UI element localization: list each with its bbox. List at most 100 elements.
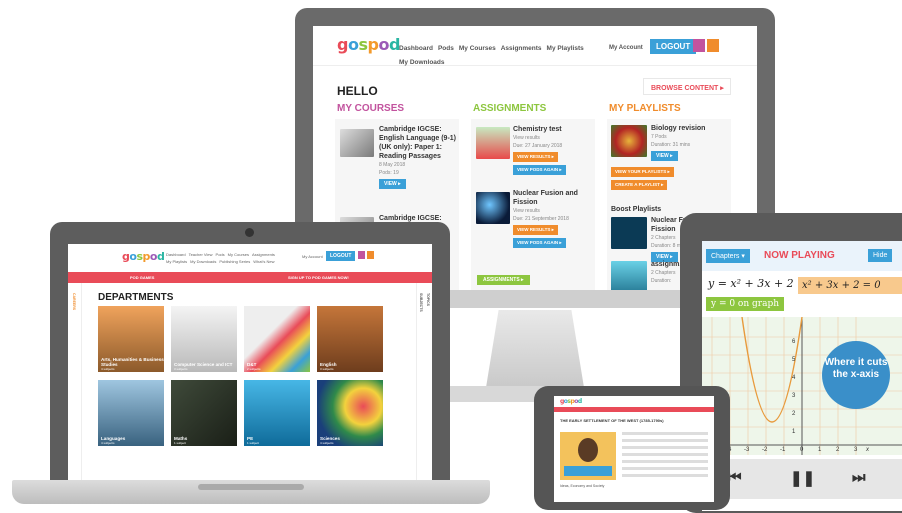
gospod-logo[interactable]: gospod	[337, 35, 400, 54]
signup-link[interactable]: SIGN UP TO POD GAMES NOW!	[288, 275, 349, 280]
playlist-duration: Duration: 31 mins	[651, 142, 691, 148]
assignments-panel: Chemistry test View results Due: 27 Janu…	[471, 119, 595, 290]
department-tile[interactable]: Arts, Humanities & Business Studies 4 su…	[98, 306, 164, 372]
list-item[interactable]	[622, 432, 708, 435]
gospod-logo[interactable]: gospod	[122, 250, 165, 263]
nav-pods[interactable]: Pods	[216, 252, 225, 257]
view-your-playlists-button[interactable]: VIEW YOUR PLAYLISTS ▸	[611, 167, 674, 177]
department-tile[interactable]: Maths 1 subject	[171, 380, 237, 446]
list-item[interactable]	[622, 467, 708, 470]
tablet-screen: Chapters ▾ NOW PLAYING Hide y = x² + 3x …	[702, 241, 902, 511]
nav-my-playlists[interactable]: My Playlists	[547, 45, 584, 52]
callout-bubble: Where it cuts the x-axis	[822, 341, 890, 409]
department-label: Arts, Humanities & Business Studies	[101, 357, 164, 367]
assignment-thumbnail	[476, 127, 510, 159]
course-thumbnail	[340, 129, 374, 157]
laptop-nav: Dashboard Teacher View Pods My Courses Assig…	[166, 251, 286, 265]
careers-tab[interactable]: CAREERS	[72, 293, 76, 310]
help-icon[interactable]	[358, 251, 365, 259]
equation-3: y = 0 on graph	[706, 297, 784, 311]
nav-my-downloads[interactable]: My Downloads	[399, 59, 445, 66]
boost-thumbnail	[611, 217, 647, 249]
phone-screen: gospod THE EARLY SETTLEMENT OF THE WEST …	[554, 396, 714, 502]
logout-button[interactable]: LOGOUT	[326, 251, 356, 261]
my-account-link[interactable]: My Account	[609, 45, 643, 51]
nav-my-downloads[interactable]: My Downloads	[190, 259, 216, 264]
help-icon[interactable]	[693, 39, 705, 52]
camera-icon	[245, 228, 254, 237]
search-icon[interactable]	[367, 251, 374, 259]
assignment-card[interactable]: Nuclear Fusion and Fission View results …	[513, 189, 593, 248]
browse-content-button[interactable]: BROWSE CONTENT ▸	[643, 78, 731, 95]
chapters-dropdown[interactable]: Chapters ▾	[706, 249, 750, 263]
nav-my-courses[interactable]: My Courses	[228, 252, 249, 257]
department-count: 2 subjects	[247, 367, 261, 371]
course-date: 8 May 2018	[379, 162, 406, 168]
department-count: 4 subjects	[101, 441, 115, 445]
phone-banner	[554, 407, 714, 412]
course-pods: Pods: 19	[379, 170, 399, 176]
department-tile[interactable]: Languages 4 subjects	[98, 380, 164, 446]
department-tile[interactable]: D&T 2 subjects	[244, 306, 310, 372]
logout-button[interactable]: LOGOUT	[650, 39, 697, 54]
lesson-title: THE EARLY SETTLEMENT OF THE WEST (1785-1…	[560, 418, 664, 423]
playlist-view-button[interactable]: VIEW ▸	[651, 151, 678, 161]
nav-assignments[interactable]: Assignments	[501, 45, 542, 52]
assignment-card[interactable]: Chemistry test View results Due: 27 Janu…	[513, 125, 593, 175]
laptop: gospod Dashboard Teacher View Pods My Cours…	[50, 222, 450, 482]
playlist-thumbnail	[611, 125, 647, 157]
hide-button[interactable]: Hide	[868, 249, 893, 262]
pause-icon[interactable]: ❚❚	[790, 469, 815, 487]
nav-dashboard[interactable]: Dashboard	[399, 45, 433, 52]
nav-dashboard[interactable]: Dashboard	[166, 252, 186, 257]
nav-assignments[interactable]: Assignments	[252, 252, 275, 257]
department-count: 1 subject	[247, 441, 260, 445]
department-tile[interactable]: Sciences 4 subjects	[317, 380, 383, 446]
subjects-tab[interactable]: SUBJECTS	[419, 293, 423, 312]
search-icon[interactable]	[707, 39, 719, 52]
department-tile[interactable]: PE 1 subject	[244, 380, 310, 446]
my-account-link[interactable]: My Account	[302, 254, 323, 259]
gospod-logo[interactable]: gospod	[560, 398, 582, 405]
view-results-button[interactable]: VIEW RESULTS ▸	[513, 225, 558, 235]
list-item[interactable]	[622, 474, 708, 477]
view-results-button[interactable]: VIEW RESULTS ▸	[513, 152, 558, 162]
nav-whats-new[interactable]: What's New	[253, 259, 274, 264]
course-title: Cambridge IGCSE: English Language (9-1) …	[379, 126, 457, 160]
course-view-button[interactable]: VIEW ▸	[379, 179, 406, 189]
list-item[interactable]	[622, 446, 708, 449]
left-side-tab[interactable]: CAREERS	[68, 283, 82, 482]
nav-teacher-view[interactable]: Teacher View	[189, 252, 213, 257]
view-pods-again-button[interactable]: VIEW PODS AGAIN ▸	[513, 238, 566, 248]
view-pods-again-button[interactable]: VIEW PODS AGAIN ▸	[513, 165, 566, 175]
next-icon[interactable]: ⏭	[852, 469, 866, 486]
department-count: 3 subjects	[320, 367, 334, 371]
nav-my-playlists[interactable]: My Playlists	[166, 259, 187, 264]
course-card[interactable]: Cambridge IGCSE: English Language (9-1) …	[379, 125, 457, 189]
playlist-pods: 7 Pods	[651, 134, 667, 140]
department-tile[interactable]: Computer Science and ICT 3 subjects	[171, 306, 237, 372]
boost-playlists-heading: Boost Playlists	[611, 206, 662, 213]
topics-tab[interactable]: TOPICS	[426, 293, 430, 306]
monitor-stand	[485, 310, 585, 390]
playlist-title: Biology revision	[651, 125, 706, 132]
my-courses-heading: MY COURSES	[337, 103, 405, 114]
pod-games-banner[interactable]: POD GAMES SIGN UP TO POD GAMES NOW!	[68, 272, 432, 283]
player-topbar: Chapters ▾ NOW PLAYING Hide	[702, 241, 902, 271]
assignment-due: Due: 21 September 2018	[513, 216, 569, 222]
assignment-sub[interactable]: View results	[513, 135, 593, 142]
main-nav: Dashboard Pods My Courses Assignments My Pla…	[399, 42, 599, 70]
department-tile[interactable]: English 3 subjects	[317, 306, 383, 372]
previous-icon[interactable]: ⏮	[728, 469, 742, 486]
assignment-sub[interactable]: View results	[513, 208, 593, 215]
assignments-button[interactable]: ASSIGNMENTS ▸	[477, 275, 530, 285]
create-playlist-button[interactable]: CREATE A PLAYLIST ▸	[611, 180, 668, 190]
departments-heading: DEPARTMENTS	[98, 292, 174, 303]
playlist-card[interactable]: Biology revision 7 Pods Duration: 31 min…	[651, 124, 729, 161]
list-item[interactable]	[622, 439, 708, 442]
list-item[interactable]	[622, 460, 708, 463]
nav-publishing-series[interactable]: Publishing Series	[219, 259, 250, 264]
list-item[interactable]	[622, 453, 708, 456]
nav-pods[interactable]: Pods	[438, 45, 454, 52]
nav-my-courses[interactable]: My Courses	[459, 45, 496, 52]
